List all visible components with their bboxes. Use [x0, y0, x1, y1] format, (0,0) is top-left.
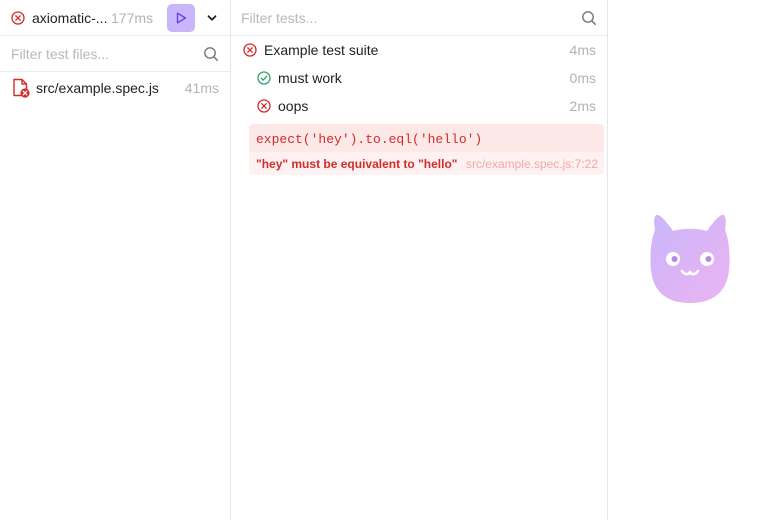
file-duration: 41ms — [184, 80, 219, 96]
error-code: expect('hey').to.eql('hello') — [256, 132, 483, 147]
error-panel: expect('hey').to.eql('hello') "hey" must… — [249, 124, 604, 175]
tests-panel: Example test suite 4ms must work 0ms oop… — [231, 0, 608, 520]
file-filter-input[interactable] — [0, 36, 230, 71]
test-label: must work — [278, 70, 342, 86]
test-suite-row[interactable]: Example test suite 4ms — [231, 36, 607, 64]
test-filter — [231, 0, 607, 36]
preview-panel — [608, 0, 770, 520]
search-icon[interactable] — [581, 10, 597, 26]
test-filter-input[interactable] — [231, 0, 607, 35]
suite-label: Example test suite — [264, 42, 379, 58]
chevron-down-icon[interactable] — [205, 11, 219, 25]
toolbar: axiomatic-... 177ms — [0, 0, 230, 36]
search-icon[interactable] — [203, 46, 219, 62]
test-row[interactable]: must work 0ms — [231, 64, 607, 92]
cat-mascot-icon — [649, 212, 731, 304]
x-circle-icon — [11, 10, 25, 25]
x-circle-icon — [257, 99, 271, 113]
play-icon — [174, 11, 188, 25]
file-name: src/example.spec.js — [36, 80, 159, 96]
suite-duration: 4ms — [569, 42, 596, 58]
file-panel: axiomatic-... 177ms src/example.spec.js … — [0, 0, 231, 520]
total-duration: 177ms — [111, 9, 154, 26]
x-circle-icon — [243, 43, 257, 57]
check-circle-icon — [257, 71, 271, 85]
project-name[interactable]: axiomatic-... — [32, 10, 108, 26]
run-button[interactable] — [167, 4, 195, 32]
file-item[interactable]: src/example.spec.js 41ms — [0, 73, 230, 103]
file-error-icon — [12, 78, 30, 98]
test-duration: 2ms — [569, 98, 596, 114]
test-duration: 0ms — [569, 70, 596, 86]
test-row[interactable]: oops 2ms — [231, 92, 607, 120]
error-location-link[interactable]: src/example.spec.js:7:22 — [466, 157, 598, 171]
file-filter — [0, 36, 230, 72]
error-message: "hey" must be equivalent to "hello" — [256, 157, 458, 171]
test-label: oops — [278, 98, 309, 114]
